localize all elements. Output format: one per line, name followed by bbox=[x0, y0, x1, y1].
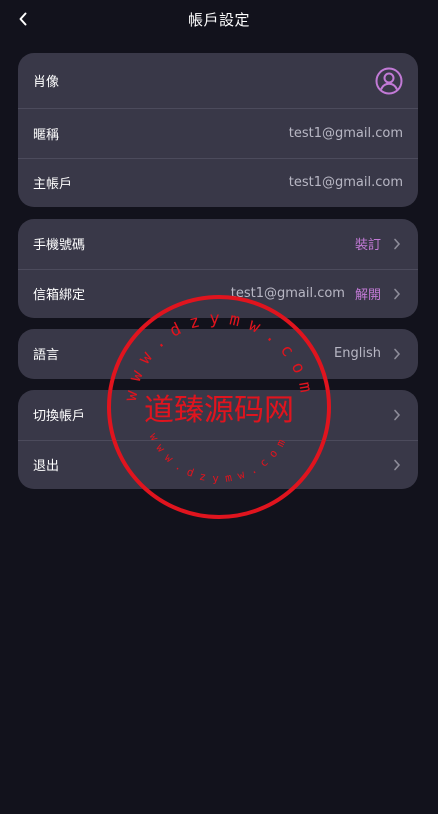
avatar-label: 肖像 bbox=[33, 75, 60, 90]
chevron-right-icon bbox=[393, 288, 403, 300]
logout-row[interactable]: 退出 bbox=[18, 439, 418, 490]
email-value: test1@gmail.com bbox=[230, 286, 345, 302]
phone-row[interactable]: 手機號碼 裝訂 bbox=[18, 219, 418, 269]
page-title: 帳戶設定 bbox=[187, 11, 250, 29]
main-account-label: 主帳戶 bbox=[33, 177, 73, 193]
logout-label: 退出 bbox=[33, 459, 60, 475]
header: 帳戶設定 bbox=[0, 0, 438, 40]
phone-label: 手機號碼 bbox=[33, 238, 86, 254]
chevron-right-icon bbox=[393, 348, 403, 360]
language-value: English bbox=[334, 346, 381, 362]
nickname-label: 暱稱 bbox=[33, 127, 60, 143]
email-unbind-action[interactable]: 解開 bbox=[355, 284, 381, 303]
language-row[interactable]: 語言 English bbox=[18, 329, 418, 379]
account-card: 切換帳戶 退出 bbox=[18, 390, 418, 489]
main-account-value: test1@gmail.com bbox=[288, 175, 403, 191]
chevron-right-icon bbox=[393, 459, 403, 471]
language-card: 語言 English bbox=[18, 329, 418, 379]
chevron-right-icon bbox=[393, 409, 403, 421]
binding-card: 手機號碼 裝訂 信箱綁定 test1@gmail.com 解開 bbox=[18, 219, 418, 318]
email-label: 信箱綁定 bbox=[33, 288, 86, 304]
main-account-row[interactable]: 主帳戶 test1@gmail.com bbox=[18, 157, 418, 208]
switch-account-row[interactable]: 切換帳戶 bbox=[18, 390, 418, 440]
chevron-right-icon bbox=[393, 238, 403, 250]
nickname-value: test1@gmail.com bbox=[288, 125, 403, 141]
profile-card: 肖像 暱稱 test1@gmail.com 主帳戶 test1@gmail.co… bbox=[18, 53, 418, 207]
nickname-row[interactable]: 暱稱 test1@gmail.com bbox=[18, 108, 418, 158]
switch-account-label: 切換帳戶 bbox=[33, 409, 86, 425]
user-avatar-icon[interactable] bbox=[375, 67, 403, 95]
phone-bind-action[interactable]: 裝訂 bbox=[355, 234, 381, 253]
email-row[interactable]: 信箱綁定 test1@gmail.com 解開 bbox=[18, 268, 418, 319]
avatar-row[interactable]: 肖像 bbox=[18, 53, 418, 108]
language-label: 語言 bbox=[33, 348, 60, 364]
